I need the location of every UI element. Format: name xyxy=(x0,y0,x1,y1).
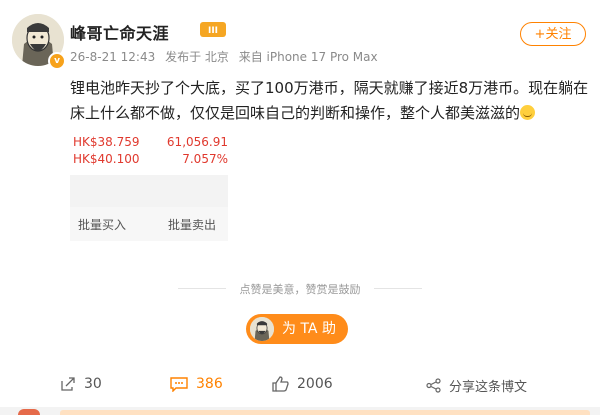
comment-action[interactable]: 386 xyxy=(170,376,223,392)
username[interactable]: 峰哥亡命天涯 xyxy=(70,20,169,44)
comment-count: 386 xyxy=(196,376,223,392)
trade-value: 61,056.91 xyxy=(166,135,228,149)
post-text: 锂电池昨天抄了个大底，买了100万港币，隔天就赚了接近8万港币。现在躺在床上什么… xyxy=(70,76,590,126)
location: 发布于 北京 xyxy=(165,50,229,64)
trade-card-actions: 批量买入 批量卖出 xyxy=(70,207,228,241)
trade-row: HK$38.759 61,056.91 xyxy=(73,135,228,149)
comment-avatar-peek xyxy=(18,409,40,415)
follow-button[interactable]: +关注 xyxy=(520,22,586,46)
trade-row: HK$40.100 7.057% xyxy=(73,152,228,166)
comment-input-peek[interactable] xyxy=(60,410,590,415)
timestamp[interactable]: 26-8-21 12:43 xyxy=(70,50,155,64)
vip-level-text: III xyxy=(208,26,218,36)
post-text-content: 锂电池昨天抄了个大底，买了100万港币，隔天就赚了接近8万港币。现在躺在床上什么… xyxy=(70,79,589,122)
share-action[interactable]: 30 xyxy=(60,376,102,392)
reward-divider-text: 点赞是美意，赞赏是鼓励 xyxy=(239,283,361,296)
like-action[interactable]: 2006 xyxy=(272,376,333,392)
share-count: 30 xyxy=(84,376,102,392)
support-avatar xyxy=(250,317,274,341)
device: 来自 iPhone 17 Pro Max xyxy=(238,50,378,64)
like-count: 2006 xyxy=(297,376,333,392)
trade-price: HK$38.759 xyxy=(73,135,140,149)
vip-crown-icon: III xyxy=(200,22,226,37)
verified-badge-icon: v xyxy=(48,52,66,70)
batch-buy-button[interactable]: 批量买入 xyxy=(78,216,126,233)
comment-icon xyxy=(170,377,188,392)
like-icon xyxy=(272,376,289,392)
post-meta: 26-8-21 12:43 发布于 北京 来自 iPhone 17 Pro Ma… xyxy=(70,48,384,65)
share-icon xyxy=(61,377,75,391)
support-label: 为 TA 助威 xyxy=(282,321,336,367)
share-to-weibo-action[interactable]: 分享这条博文 xyxy=(426,376,527,395)
post-actions-bar: 30 386 2006 分享这条博文 xyxy=(0,370,600,400)
share-network-icon xyxy=(426,378,441,393)
batch-sell-button[interactable]: 批量卖出 xyxy=(168,216,216,233)
smile-emoji-icon xyxy=(520,105,536,120)
support-button[interactable]: 为 TA 助威 xyxy=(246,314,348,367)
trade-price: HK$40.100 xyxy=(73,152,140,166)
share-to-weibo-label: 分享这条博文 xyxy=(449,380,528,395)
trade-change: 7.057% xyxy=(182,152,228,166)
